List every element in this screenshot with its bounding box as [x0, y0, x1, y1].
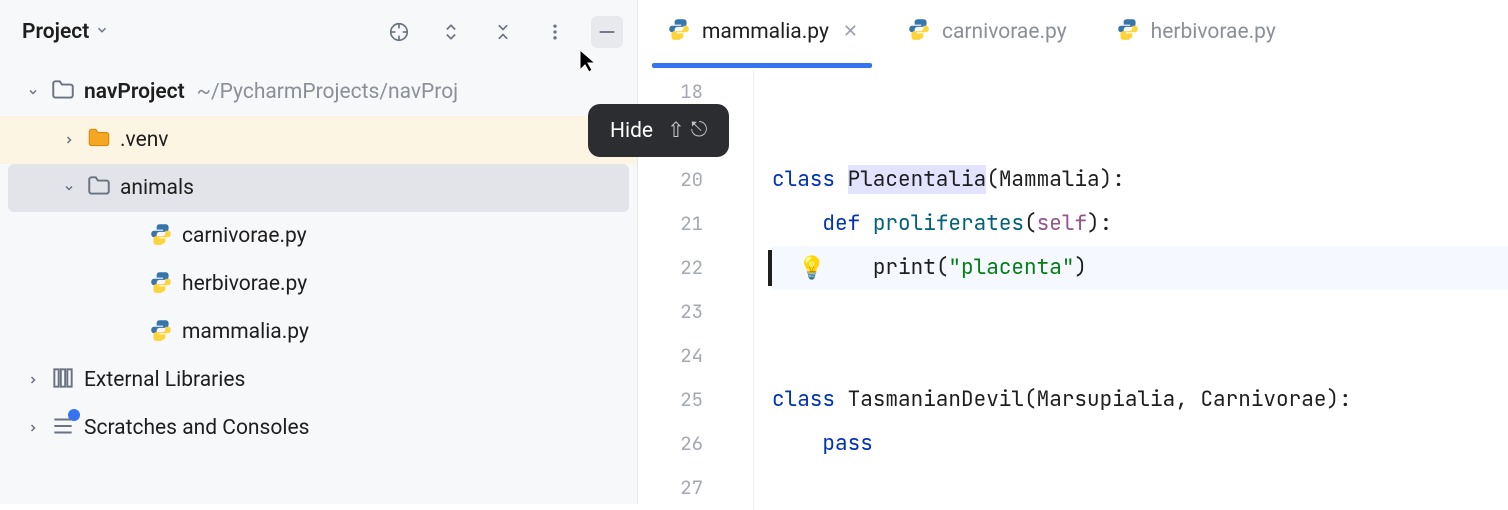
tree-file-herbivorae[interactable]: herbivorae.py — [0, 260, 637, 308]
tab-label: mammalia.py — [702, 20, 829, 44]
python-file-icon — [148, 317, 174, 348]
scratches-icon — [50, 413, 76, 444]
tree-file-carnivorae[interactable]: carnivorae.py — [0, 212, 637, 260]
python-file-icon — [1115, 16, 1141, 48]
project-sidebar: Project — [0, 0, 638, 504]
expand-collapse-button[interactable] — [435, 16, 467, 48]
editor-tabs: mammalia.py ✕ carnivorae.py herbivorae.p… — [638, 0, 1508, 64]
tab-label: herbivorae.py — [1151, 20, 1276, 44]
more-options-button[interactable] — [539, 16, 571, 48]
folder-icon — [86, 125, 112, 156]
shift-key-icon: ⇧ — [667, 118, 685, 143]
code-line — [772, 114, 1508, 158]
tree-item-label: navProject — [84, 80, 185, 104]
tooltip-shortcut: ⇧ ⎋ — [667, 118, 707, 143]
close-icon[interactable]: ✕ — [843, 21, 858, 42]
python-file-icon — [666, 16, 692, 48]
tab-herbivorae[interactable]: herbivorae.py — [1101, 0, 1290, 64]
tree-item-label: .venv — [120, 128, 168, 152]
python-file-icon — [148, 269, 174, 300]
line-number: 25 — [638, 378, 703, 422]
code-line: class Placentalia(Mammalia): — [772, 158, 1508, 202]
python-file-icon — [906, 16, 932, 48]
line-number: 26 — [638, 422, 703, 466]
code-line: def proliferates(self): — [772, 202, 1508, 246]
sidebar-header: Project — [0, 0, 637, 64]
tab-label: carnivorae.py — [942, 20, 1067, 44]
tree-item-label: carnivorae.py — [182, 224, 307, 248]
select-opened-file-button[interactable] — [383, 16, 415, 48]
line-number: 23 — [638, 290, 703, 334]
tab-carnivorae[interactable]: carnivorae.py — [892, 0, 1081, 64]
tree-item-label: External Libraries — [84, 368, 245, 392]
hide-panel-button[interactable] — [591, 16, 623, 48]
code-line — [772, 466, 1508, 510]
tooltip-label: Hide — [610, 119, 653, 143]
tree-file-mammalia[interactable]: mammalia.py — [0, 308, 637, 356]
tree-item-label: herbivorae.py — [182, 272, 307, 296]
code-line: class TasmanianDevil(Marsupialia, Carniv… — [772, 378, 1508, 422]
tab-mammalia[interactable]: mammalia.py ✕ — [652, 0, 872, 64]
tree-item-label: animals — [120, 176, 194, 200]
code-line — [772, 334, 1508, 378]
chevron-down-icon — [95, 23, 109, 41]
escape-key-icon: ⎋ — [691, 118, 708, 143]
code-line — [772, 290, 1508, 334]
chevron-right-icon — [24, 374, 42, 386]
tree-item-label: mammalia.py — [182, 320, 309, 344]
python-file-icon — [148, 221, 174, 252]
code-line-current: 💡 print("placenta") — [772, 246, 1508, 290]
chevron-right-icon — [60, 134, 78, 146]
code-line — [772, 70, 1508, 114]
editor-area: mammalia.py ✕ carnivorae.py herbivorae.p… — [638, 0, 1508, 504]
mouse-cursor-icon — [578, 48, 598, 81]
line-number: 21 — [638, 202, 703, 246]
sidebar-title-dropdown[interactable]: Project — [22, 20, 377, 44]
folder-icon — [86, 173, 112, 204]
tree-item-animals[interactable]: animals — [8, 164, 629, 212]
collapse-all-button[interactable] — [487, 16, 519, 48]
tree-item-venv[interactable]: .venv — [0, 116, 637, 164]
tree-root-navproject[interactable]: navProject ~/PycharmProjects/navProj — [0, 68, 637, 116]
chevron-right-icon — [24, 422, 42, 434]
tree-item-path: ~/PycharmProjects/navProj — [197, 80, 459, 104]
line-number: 22 — [638, 246, 703, 290]
chevron-down-icon — [24, 86, 42, 98]
tree-external-libraries[interactable]: External Libraries — [0, 356, 637, 404]
code-content[interactable]: class Placentalia(Mammalia): def prolife… — [754, 70, 1508, 510]
code-area[interactable]: 18 20 21 22 23 24 25 26 27 class Placent… — [638, 64, 1508, 510]
lightbulb-icon[interactable]: 💡 — [798, 246, 825, 290]
chevron-down-icon — [60, 182, 78, 194]
code-line: pass — [772, 422, 1508, 466]
folder-icon — [50, 77, 76, 108]
line-number: 20 — [638, 158, 703, 202]
project-tree: navProject ~/PycharmProjects/navProj .ve… — [0, 64, 637, 452]
library-icon — [50, 365, 76, 396]
line-number: 24 — [638, 334, 703, 378]
tree-item-label: Scratches and Consoles — [84, 416, 309, 440]
tree-scratches[interactable]: Scratches and Consoles — [0, 404, 637, 452]
sidebar-title-label: Project — [22, 20, 89, 44]
hide-tooltip: Hide ⇧ ⎋ — [588, 104, 729, 157]
line-number: 27 — [638, 466, 703, 510]
